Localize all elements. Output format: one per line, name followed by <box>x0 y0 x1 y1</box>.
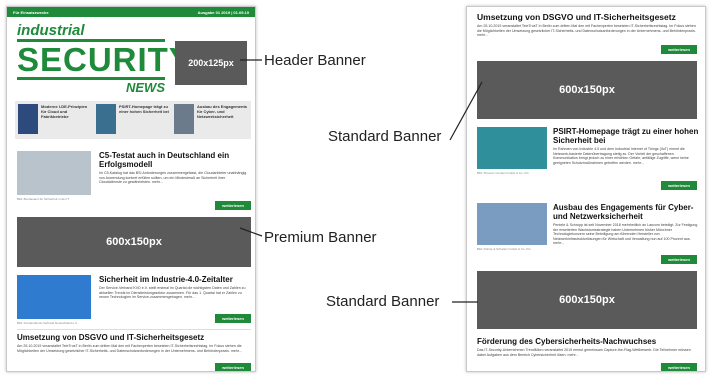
premium-banner-label: Premium Banner <box>264 229 377 246</box>
premium-banner-pointer <box>239 227 263 237</box>
header-banner-label: Header Banner <box>264 52 366 69</box>
standard-banner-1-pointer <box>449 81 483 141</box>
standard-banner-label: Standard Banner <box>326 293 440 310</box>
standard-banner-label: Standard Banner <box>328 128 442 145</box>
